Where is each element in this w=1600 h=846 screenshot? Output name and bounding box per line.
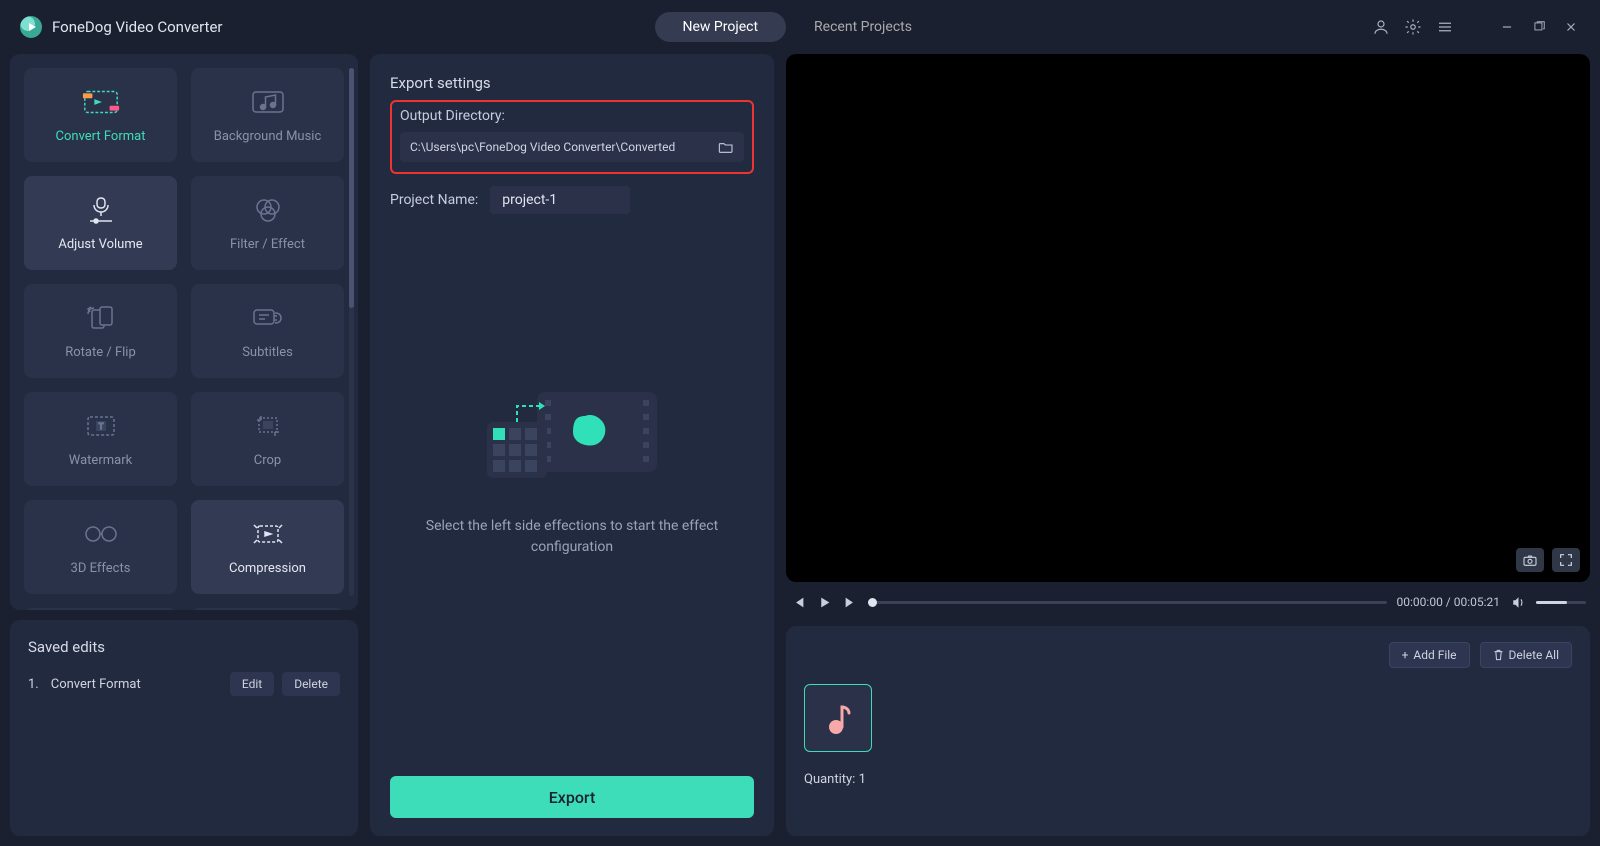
output-directory-value: C:\Users\pc\FoneDog Video Converter\Conv… [410,140,675,154]
effect-label: Crop [254,453,281,468]
video-preview [786,54,1590,582]
playbar: 00:00:00 / 00:05:21 [786,582,1590,614]
prev-icon[interactable] [790,594,806,610]
effect-label: Subtitles [242,345,293,360]
svg-text:T: T [98,422,103,431]
titlebar: FoneDog Video Converter New Project Rece… [0,0,1600,54]
next-icon[interactable] [842,594,858,610]
effect-label: Compression [229,561,306,576]
minimize-icon[interactable] [1498,18,1516,36]
crop-icon [248,411,288,441]
saved-edit-button[interactable]: Edit [230,672,274,696]
music-note-icon [823,701,853,735]
effect-label: Convert Format [56,129,146,144]
effect-label: Background Music [214,129,322,144]
filter-effect-icon [248,195,288,225]
top-tabs: New Project Recent Projects [655,12,940,42]
project-name-row: Project Name: [390,186,754,214]
output-directory-label: Output Directory: [400,108,744,124]
project-name-label: Project Name: [390,192,478,208]
left-column: Convert Format Background Music Adjust V… [10,54,358,836]
effect-placeholder: Select the left side effections to start… [390,214,754,776]
saved-edit-name: Convert Format [51,677,141,692]
close-icon[interactable] [1562,18,1580,36]
rotate-flip-icon [81,303,121,333]
saved-edits-panel: Saved edits 1. Convert Format Edit Delet… [10,620,358,836]
play-icon[interactable] [816,594,832,610]
seek-slider[interactable] [868,601,1387,604]
tab-recent-projects[interactable]: Recent Projects [786,12,940,42]
app-logo-icon [20,16,42,38]
effect-background-music[interactable]: Background Music [191,68,344,162]
output-directory-group: Output Directory: C:\Users\pc\FoneDog Vi… [390,100,754,174]
gear-icon[interactable] [1404,18,1422,36]
user-icon[interactable] [1372,18,1390,36]
saved-edit-index: 1. [28,677,39,692]
browse-folder-icon[interactable] [718,140,734,154]
export-button[interactable]: Export [390,776,754,818]
effect-crop[interactable]: Crop [191,392,344,486]
subtitles-icon [248,303,288,333]
delete-all-button[interactable]: Delete All [1480,642,1572,668]
effect-3d-effects[interactable]: 3D Effects [24,500,177,594]
right-column: 00:00:00 / 00:05:21 +Add File Delete All… [786,54,1590,836]
effects-scrollbar[interactable] [349,68,354,596]
main-layout: Convert Format Background Music Adjust V… [0,54,1600,846]
background-music-icon [248,87,288,117]
maximize-icon[interactable] [1530,18,1548,36]
add-file-button[interactable]: +Add File [1389,642,1470,668]
effects-grid: Convert Format Background Music Adjust V… [24,68,344,610]
placeholder-hint: Select the left side effections to start… [422,516,722,558]
effect-extra-2[interactable] [191,608,344,610]
effect-compression[interactable]: Compression [191,500,344,594]
plus-icon: + [1402,648,1409,662]
effect-watermark[interactable]: T Watermark [24,392,177,486]
trash-icon [1493,649,1504,661]
effect-adjust-volume[interactable]: Adjust Volume [24,176,177,270]
quantity-label: Quantity: 1 [804,772,1572,787]
fullscreen-icon[interactable] [1552,548,1580,572]
export-settings-title: Export settings [390,74,754,92]
effect-convert-format[interactable]: Convert Format [24,68,177,162]
volume-icon[interactable] [1510,594,1526,610]
effect-extra-1[interactable] [24,608,177,610]
effect-rotate-flip[interactable]: Rotate / Flip [24,284,177,378]
effect-subtitles[interactable]: Subtitles [191,284,344,378]
effect-label: Adjust Volume [58,237,142,252]
effect-label: Rotate / Flip [65,345,136,360]
saved-edits-title: Saved edits [28,638,340,656]
files-panel: +Add File Delete All Quantity: 1 [786,626,1590,836]
watermark-icon: T [81,411,121,441]
output-directory-field[interactable]: C:\Users\pc\FoneDog Video Converter\Conv… [400,132,744,162]
playback-time: 00:00:00 / 00:05:21 [1397,595,1500,609]
compression-icon [248,519,288,549]
adjust-volume-icon [81,195,121,225]
project-name-input[interactable] [490,186,630,214]
effects-panel: Convert Format Background Music Adjust V… [10,54,358,610]
convert-format-icon [81,87,121,117]
3d-effects-icon [81,519,121,549]
placeholder-illustration-icon [477,372,667,492]
menu-icon[interactable] [1436,18,1454,36]
titlebar-right [1372,18,1580,36]
snapshot-icon[interactable] [1516,548,1544,572]
effect-filter-effect[interactable]: Filter / Effect [191,176,344,270]
effect-label: Filter / Effect [230,237,305,252]
saved-delete-button[interactable]: Delete [282,672,340,696]
saved-edit-row: 1. Convert Format Edit Delete [28,672,340,696]
effect-label: Watermark [69,453,132,468]
titlebar-left: FoneDog Video Converter [20,16,222,38]
volume-slider[interactable] [1536,601,1586,604]
file-thumbnail[interactable] [804,684,872,752]
export-panel: Export settings Output Directory: C:\Use… [370,54,774,836]
tab-new-project[interactable]: New Project [655,12,787,42]
app-title: FoneDog Video Converter [52,18,222,36]
effect-label: 3D Effects [71,561,131,576]
